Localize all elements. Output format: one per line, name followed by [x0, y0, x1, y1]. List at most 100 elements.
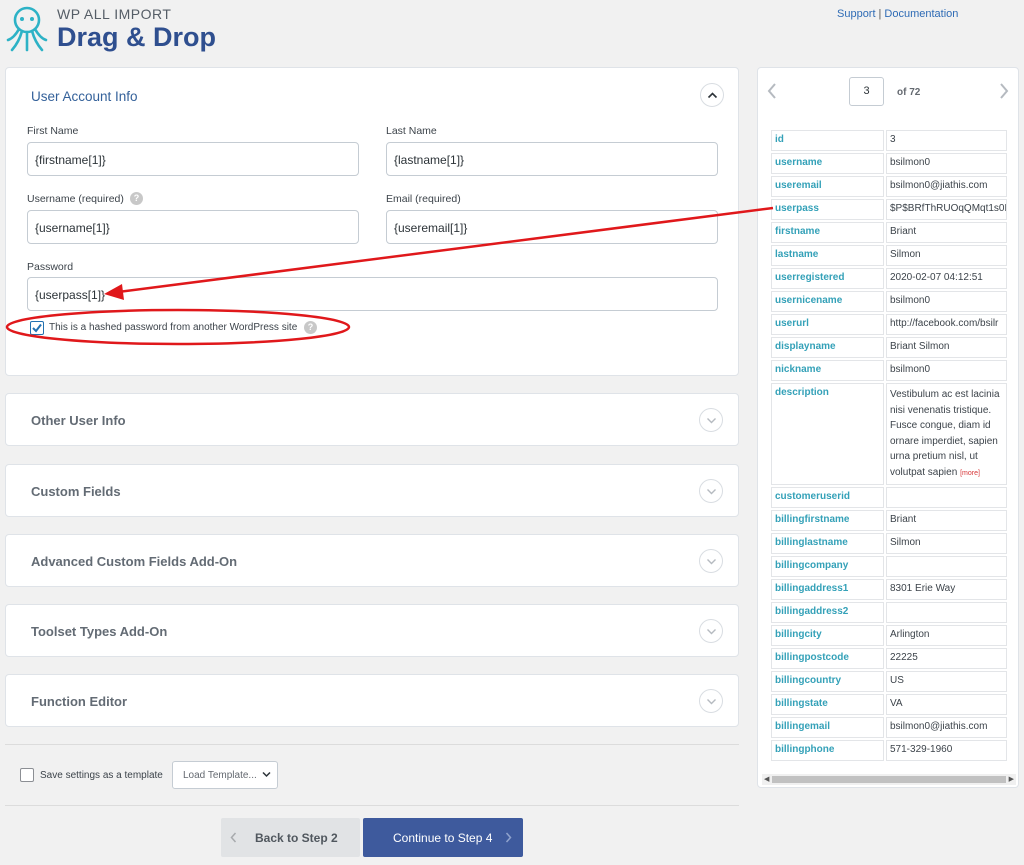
record-field-key[interactable]: id [771, 130, 884, 151]
octopus-logo-icon [6, 6, 48, 52]
checkmark-icon [32, 323, 42, 333]
header: WP ALL IMPORT Drag & Drop Support | Docume… [0, 0, 1024, 62]
last-name-field[interactable]: {lastname[1]} [386, 142, 718, 176]
save-template-checkbox[interactable] [20, 768, 34, 782]
record-field-key[interactable]: description [771, 383, 884, 485]
record-field-value: bsilmon0 [886, 153, 1007, 174]
chevron-left-icon[interactable] [766, 82, 778, 100]
record-row: usernicename bsilmon0 [771, 291, 1007, 312]
support-link[interactable]: Support [837, 8, 876, 20]
record-field-value: US [886, 671, 1007, 692]
record-field-key[interactable]: firstname [771, 222, 884, 243]
last-name-label: Last Name [386, 125, 437, 137]
scroll-right-icon[interactable]: ▶ [1009, 775, 1014, 783]
record-row: billingcompany [771, 556, 1007, 577]
record-field-key[interactable]: billinglastname [771, 533, 884, 554]
scroll-left-icon[interactable]: ◀ [764, 775, 769, 783]
record-row: userurl http://facebook.com/bsilr [771, 314, 1007, 335]
record-field-value [886, 602, 1007, 623]
record-field-key[interactable]: billingemail [771, 717, 884, 738]
section-toolset-addon[interactable]: Toolset Types Add-On [5, 604, 739, 657]
record-field-value: bsilmon0@jiathis.com [886, 717, 1007, 738]
chevron-up-icon [707, 92, 718, 99]
documentation-link[interactable]: Documentation [884, 8, 958, 20]
record-row: billingstate VA [771, 694, 1007, 715]
section-title: Advanced Custom Fields Add-On [31, 554, 238, 569]
email-field[interactable]: {useremail[1]} [386, 210, 718, 244]
record-field-key[interactable]: userurl [771, 314, 884, 335]
hashed-password-checkbox[interactable] [30, 321, 44, 335]
expand-toggle[interactable] [699, 619, 723, 643]
record-field-key[interactable]: billingcity [771, 625, 884, 646]
record-row: id 3 [771, 130, 1007, 151]
section-other-user-info[interactable]: Other User Info [5, 393, 739, 446]
record-field-value: Silmon [886, 245, 1007, 266]
back-to-step-2-button[interactable]: Back to Step 2 [221, 818, 360, 857]
record-field-key[interactable]: billingaddress2 [771, 602, 884, 623]
expand-toggle[interactable] [699, 689, 723, 713]
more-link[interactable]: [more] [960, 470, 980, 477]
section-title: Other User Info [31, 413, 126, 428]
section-custom-fields[interactable]: Custom Fields [5, 464, 739, 517]
record-field-value: VA [886, 694, 1007, 715]
record-field-key[interactable]: useremail [771, 176, 884, 197]
record-field-key[interactable]: billingcompany [771, 556, 884, 577]
chevron-right-icon [505, 832, 512, 843]
chevron-down-icon [707, 699, 716, 705]
chevron-down-icon [707, 629, 716, 635]
load-template-value: Load Template... [183, 770, 257, 781]
record-field-key[interactable]: billingphone [771, 740, 884, 761]
record-field-key[interactable]: lastname [771, 245, 884, 266]
continue-to-step-4-button[interactable]: Continue to Step 4 [363, 818, 523, 857]
section-title: Function Editor [31, 694, 128, 709]
record-field-value: bsilmon0 [886, 360, 1007, 381]
expand-toggle[interactable] [699, 549, 723, 573]
record-field-key[interactable]: displayname [771, 337, 884, 358]
scrollbar-thumb[interactable] [772, 776, 1006, 783]
section-acf-addon[interactable]: Advanced Custom Fields Add-On [5, 534, 739, 587]
record-field-key[interactable]: billingfirstname [771, 510, 884, 531]
first-name-field[interactable]: {firstname[1]} [27, 142, 359, 176]
record-row: lastname Silmon [771, 245, 1007, 266]
expand-toggle[interactable] [699, 479, 723, 503]
expand-toggle[interactable] [699, 408, 723, 432]
record-field-key[interactable]: usernicename [771, 291, 884, 312]
section-function-editor[interactable]: Function Editor [5, 674, 739, 727]
record-field-value: 571-329-1960 [886, 740, 1007, 761]
record-field-key[interactable]: billingpostcode [771, 648, 884, 669]
horizontal-scrollbar[interactable]: ◀ ▶ [762, 774, 1016, 785]
record-field-key[interactable]: billingaddress1 [771, 579, 884, 600]
user-account-panel: User Account Info First Name {firstname[… [5, 67, 739, 376]
record-row: displayname Briant Silmon [771, 337, 1007, 358]
record-field-value: Arlington [886, 625, 1007, 646]
record-field-key[interactable]: userpass [771, 199, 884, 220]
record-field-key[interactable]: nickname [771, 360, 884, 381]
load-template-select[interactable]: Load Template... [172, 761, 278, 789]
record-table: id 3 username bsilmon0 useremail bsilmon0@jia… [769, 128, 1009, 763]
record-field-value: 3 [886, 130, 1007, 151]
record-field-key[interactable]: billingcountry [771, 671, 884, 692]
record-field-key[interactable]: username [771, 153, 884, 174]
chevron-right-icon[interactable] [998, 82, 1010, 100]
record-field-value: Silmon [886, 533, 1007, 554]
record-count: of 72 [897, 87, 921, 98]
hashed-password-label[interactable]: This is a hashed password from another W… [49, 322, 297, 333]
section-title: Toolset Types Add-On [31, 624, 168, 639]
record-field-value: bsilmon0 [886, 291, 1007, 312]
help-icon[interactable]: ? [130, 192, 143, 205]
save-template-label[interactable]: Save settings as a template [40, 770, 163, 781]
chevron-down-icon [707, 559, 716, 565]
help-icon[interactable]: ? [304, 321, 317, 334]
record-field-value: Briant [886, 510, 1007, 531]
record-row: userregistered 2020-02-07 04:12:51 [771, 268, 1007, 289]
username-field[interactable]: {username[1]} [27, 210, 359, 244]
record-row: billingpostcode 22225 [771, 648, 1007, 669]
collapse-toggle[interactable] [700, 83, 724, 107]
record-field-key[interactable]: userregistered [771, 268, 884, 289]
divider [5, 805, 739, 806]
record-field-key[interactable]: billingstate [771, 694, 884, 715]
password-field[interactable]: {userpass[1]} [27, 277, 718, 311]
section-title-user-account[interactable]: User Account Info [31, 89, 138, 104]
record-field-key[interactable]: customeruserid [771, 487, 884, 508]
record-number-input[interactable]: 3 [849, 77, 884, 106]
